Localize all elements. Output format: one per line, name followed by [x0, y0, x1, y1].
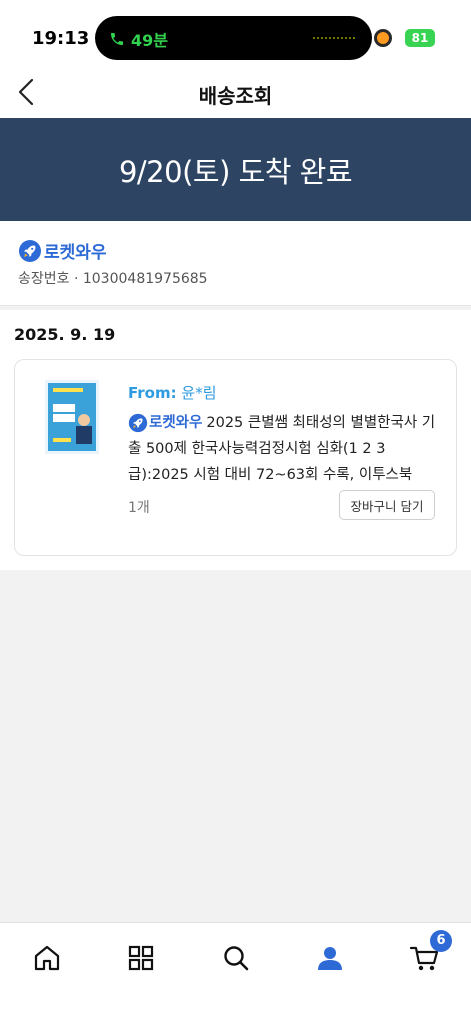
- my-account-icon[interactable]: [313, 941, 347, 975]
- order-item-card: From: 윤*림 로켓와우 2025 큰별쌤 최태성의 별별한국사 기출 50…: [14, 359, 457, 556]
- category-grid-icon[interactable]: [124, 941, 158, 975]
- audio-waveform: [312, 37, 356, 39]
- rocket-icon: [19, 239, 41, 262]
- gift-sender: From: 윤*림: [128, 382, 217, 403]
- order-section: 2025. 9. 19 From: 윤*림 로켓와우 2025 큰별쌤 최태성의…: [0, 310, 471, 570]
- from-label: From:: [128, 384, 177, 402]
- rocket-wow-badge: 로켓와우: [128, 410, 202, 436]
- delivery-status-text: 9/20(토) 도착 완료: [118, 154, 353, 189]
- call-indicator: 49분: [109, 27, 168, 51]
- bottom-nav: [0, 922, 471, 1025]
- battery-icon: 81: [405, 29, 435, 47]
- search-icon[interactable]: [219, 941, 253, 975]
- product-title[interactable]: 로켓와우 2025 큰별쌤 최태성의 별별한국사 기출 500제 한국사능력검정…: [128, 410, 444, 488]
- page-title: 배송조회: [198, 84, 273, 108]
- carrier-logo: 로켓와우: [18, 238, 107, 263]
- app-header: 배송조회: [0, 78, 471, 118]
- camera-indicator-icon: [377, 32, 389, 44]
- sender-name: 윤*림: [181, 384, 217, 402]
- product-thumbnail[interactable]: [45, 380, 99, 454]
- tracking-number[interactable]: 송장번호 · 10300481975685: [18, 268, 208, 288]
- carrier-card: 로켓와우 송장번호 · 10300481975685: [0, 221, 471, 306]
- carrier-name: 로켓와우: [44, 243, 107, 263]
- delivery-status-banner: 9/20(토) 도착 완료: [0, 118, 471, 221]
- dynamic-island[interactable]: 49분: [95, 16, 372, 60]
- battery-level: 81: [411, 31, 429, 45]
- order-date: 2025. 9. 19: [14, 325, 116, 344]
- rocket-icon: [128, 413, 148, 433]
- cart-count-badge: 6: [430, 930, 452, 952]
- status-time: 19:13: [32, 28, 90, 49]
- home-icon[interactable]: [30, 941, 64, 975]
- call-duration: 49분: [131, 31, 168, 50]
- add-to-cart-button[interactable]: 장바구니 담기: [339, 490, 435, 520]
- item-quantity: 1개: [128, 500, 150, 516]
- status-bar: 19:13 49분 81: [0, 0, 471, 78]
- phone-icon: [111, 33, 123, 45]
- rocket-wow-label: 로켓와우: [149, 415, 203, 431]
